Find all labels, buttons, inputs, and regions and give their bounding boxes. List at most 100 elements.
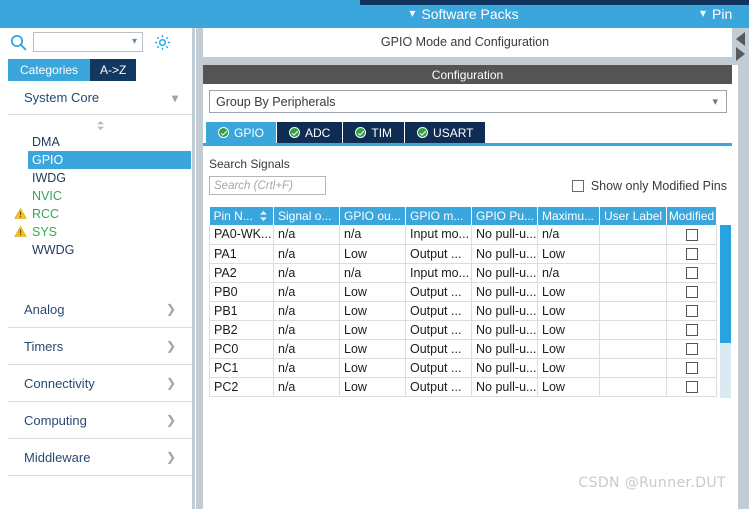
cell-gpio-mode[interactable]: Input mo...: [405, 263, 472, 283]
cell-user-label[interactable]: [599, 301, 667, 321]
table-row[interactable]: PA0-WK... n/a n/a Input mo... No pull-u... n/…: [209, 225, 717, 245]
table-row[interactable]: PB0 n/a Low Output ... No pull-u... Low: [209, 282, 717, 302]
cell-modified[interactable]: [666, 244, 717, 264]
cell-signal-on-pin[interactable]: n/a: [273, 339, 340, 359]
cell-gpio-mode[interactable]: Output ...: [405, 377, 472, 397]
column-header-maximum-speed[interactable]: Maximu...: [537, 207, 600, 225]
cell-signal-on-pin[interactable]: n/a: [273, 301, 340, 321]
cell-maximum-speed[interactable]: Low: [537, 358, 600, 378]
sidebar-item-gpio[interactable]: GPIO: [28, 151, 191, 169]
cell-gpio-mode[interactable]: Input mo...: [405, 225, 472, 245]
cell-maximum-speed[interactable]: Low: [537, 244, 600, 264]
cell-pin-name[interactable]: PC2: [209, 377, 274, 397]
sidebar-item-dma[interactable]: DMA: [8, 133, 192, 151]
sidebar-item-nvic[interactable]: NVIC: [8, 187, 192, 205]
cell-maximum-speed[interactable]: Low: [537, 377, 600, 397]
modified-checkbox[interactable]: [685, 381, 698, 394]
cell-gpio-mode[interactable]: Output ...: [405, 301, 472, 321]
sidebar-category-computing[interactable]: Computing ❯: [8, 402, 192, 439]
cell-pin-name[interactable]: PB0: [209, 282, 274, 302]
table-row[interactable]: PB1 n/a Low Output ... No pull-u... Low: [209, 301, 717, 321]
modified-checkbox[interactable]: [685, 228, 698, 241]
cell-gpio-output-level[interactable]: Low: [339, 320, 406, 340]
table-row[interactable]: PC0 n/a Low Output ... No pull-u... Low: [209, 339, 717, 359]
tab-usart[interactable]: USART: [405, 122, 486, 143]
cell-pin-name[interactable]: PA1: [209, 244, 274, 264]
cell-user-label[interactable]: [599, 339, 667, 359]
cell-gpio-pull[interactable]: No pull-u...: [471, 339, 538, 359]
sidebar-item-wwdg[interactable]: WWDG: [8, 241, 192, 259]
modified-checkbox[interactable]: [685, 362, 698, 375]
cell-gpio-output-level[interactable]: Low: [339, 339, 406, 359]
modified-checkbox[interactable]: [685, 305, 698, 318]
column-header-signal-on-pin[interactable]: Signal o...: [273, 207, 340, 225]
table-row[interactable]: PA2 n/a n/a Input mo... No pull-u... n/a: [209, 263, 717, 283]
cell-pin-name[interactable]: PB2: [209, 320, 274, 340]
tab-tim[interactable]: TIM: [343, 122, 405, 143]
gear-icon[interactable]: [153, 33, 172, 52]
cell-user-label[interactable]: [599, 263, 667, 283]
sidebar-search-combo[interactable]: ▾: [33, 32, 143, 52]
cell-modified[interactable]: [666, 320, 717, 340]
column-header-user-label[interactable]: User Label: [599, 207, 667, 225]
cell-gpio-pull[interactable]: No pull-u...: [471, 301, 538, 321]
modified-checkbox[interactable]: [685, 343, 698, 356]
sidebar-category-middleware[interactable]: Middleware ❯: [8, 439, 192, 476]
show-only-modified-pins-checkbox[interactable]: Show only Modified Pins: [571, 179, 727, 193]
panel-divider[interactable]: [192, 28, 203, 509]
cell-modified[interactable]: [666, 301, 717, 321]
cell-maximum-speed[interactable]: n/a: [537, 225, 600, 245]
cell-gpio-output-level[interactable]: Low: [339, 301, 406, 321]
sidebar-category-analog[interactable]: Analog ❯: [8, 291, 192, 328]
sidebar-category-connectivity[interactable]: Connectivity ❯: [8, 365, 192, 402]
cell-pin-name[interactable]: PA2: [209, 263, 274, 283]
cell-pin-name[interactable]: PC0: [209, 339, 274, 359]
cell-gpio-pull[interactable]: No pull-u...: [471, 225, 538, 245]
search-signals-input[interactable]: [209, 176, 326, 195]
tab-gpio[interactable]: GPIO: [206, 122, 277, 143]
table-row[interactable]: PB2 n/a Low Output ... No pull-u... Low: [209, 320, 717, 340]
sidebar-search-input[interactable]: [34, 33, 120, 51]
cell-gpio-output-level[interactable]: Low: [339, 282, 406, 302]
sidebar-category-timers[interactable]: Timers ❯: [8, 328, 192, 365]
cell-gpio-pull[interactable]: No pull-u...: [471, 358, 538, 378]
cell-gpio-pull[interactable]: No pull-u...: [471, 377, 538, 397]
group-by-select[interactable]: Group By Peripherals ▾: [209, 90, 727, 113]
cell-gpio-output-level[interactable]: n/a: [339, 263, 406, 283]
cell-modified[interactable]: [666, 339, 717, 359]
column-header-gpio-output-level[interactable]: GPIO ou...: [339, 207, 406, 225]
modified-checkbox[interactable]: [685, 324, 698, 337]
cell-pin-name[interactable]: PA0-WK...: [209, 225, 274, 245]
cell-signal-on-pin[interactable]: n/a: [273, 263, 340, 283]
cell-maximum-speed[interactable]: Low: [537, 301, 600, 321]
sidebar-item-iwdg[interactable]: IWDG: [8, 169, 192, 187]
cell-gpio-mode[interactable]: Output ...: [405, 339, 472, 359]
cell-gpio-pull[interactable]: No pull-u...: [471, 263, 538, 283]
scroll-right-arrow-icon[interactable]: [736, 47, 745, 61]
cell-signal-on-pin[interactable]: n/a: [273, 244, 340, 264]
cell-maximum-speed[interactable]: n/a: [537, 263, 600, 283]
cell-gpio-mode[interactable]: Output ...: [405, 244, 472, 264]
modified-checkbox[interactable]: [685, 286, 698, 299]
cell-pin-name[interactable]: PC1: [209, 358, 274, 378]
cell-signal-on-pin[interactable]: n/a: [273, 282, 340, 302]
cell-signal-on-pin[interactable]: n/a: [273, 225, 340, 245]
column-header-gpio-mode[interactable]: GPIO m...: [405, 207, 472, 225]
sidebar-group-system-core[interactable]: System Core ▾: [8, 81, 192, 115]
cell-user-label[interactable]: [599, 244, 667, 264]
cell-modified[interactable]: [666, 282, 717, 302]
cell-gpio-pull[interactable]: No pull-u...: [471, 320, 538, 340]
column-header-modified[interactable]: Modified: [666, 207, 717, 225]
cell-user-label[interactable]: [599, 358, 667, 378]
cell-modified[interactable]: [666, 225, 717, 245]
cell-signal-on-pin[interactable]: n/a: [273, 358, 340, 378]
column-header-gpio-pull[interactable]: GPIO Pu...: [471, 207, 538, 225]
cell-gpio-output-level[interactable]: Low: [339, 377, 406, 397]
cell-modified[interactable]: [666, 358, 717, 378]
cell-gpio-mode[interactable]: Output ...: [405, 282, 472, 302]
table-scrollbar-thumb[interactable]: [720, 225, 731, 343]
table-vertical-scrollbar[interactable]: [720, 225, 731, 398]
cell-user-label[interactable]: [599, 320, 667, 340]
modified-checkbox[interactable]: [685, 267, 698, 280]
menu-item-pinout[interactable]: ▾ Pin: [700, 0, 732, 28]
